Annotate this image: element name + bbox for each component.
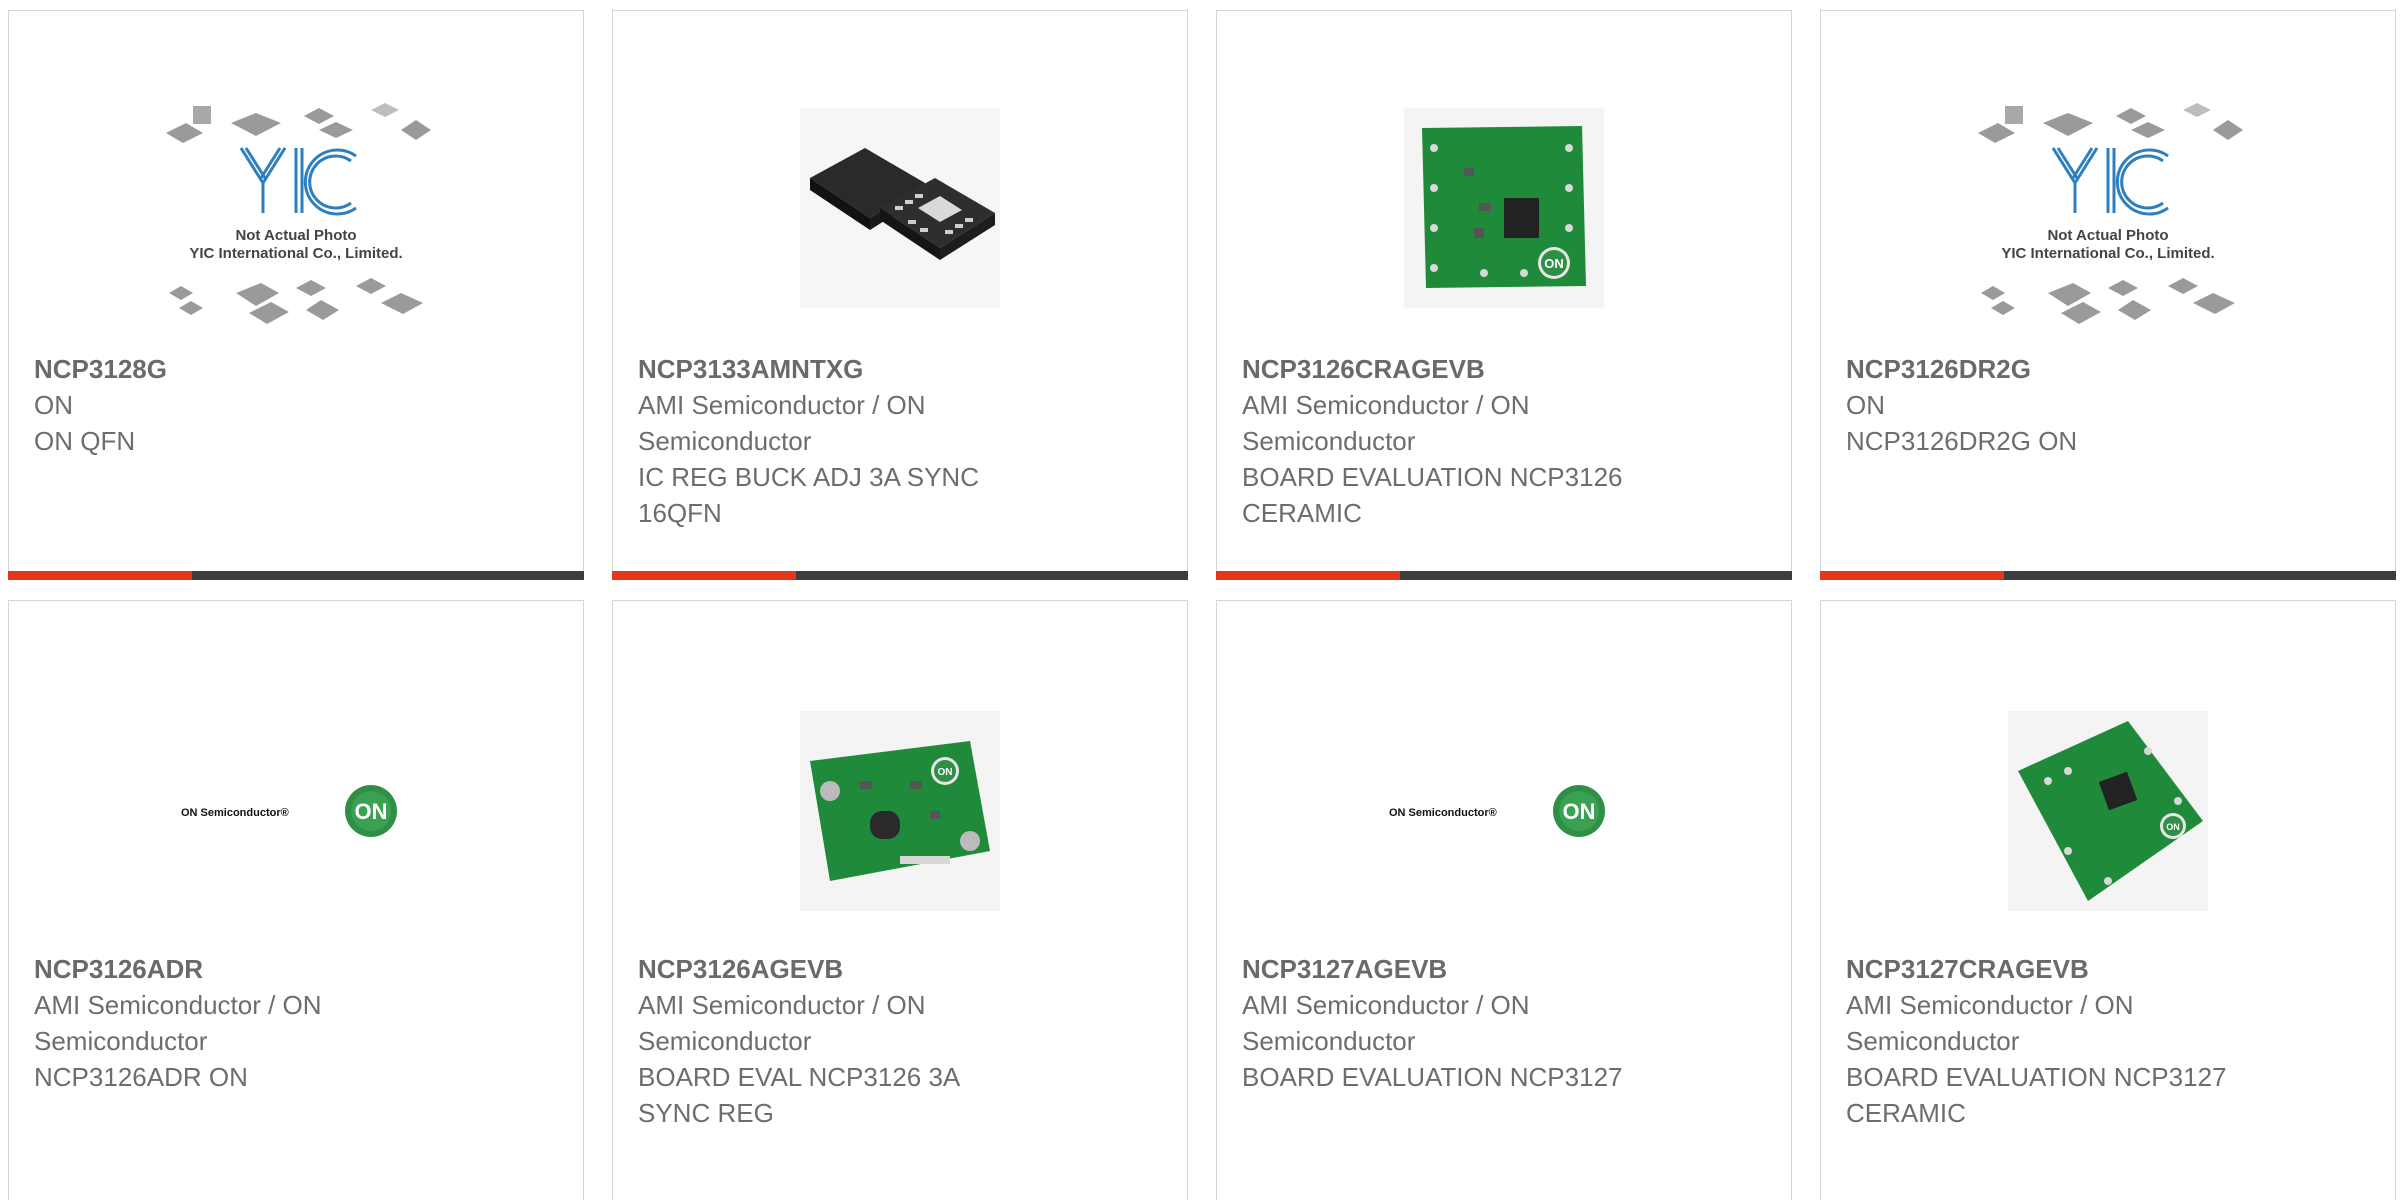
manufacturer: AMI Semiconductor / ON Semiconductor [1242, 390, 1530, 456]
part-number-link[interactable]: NCP3126AGEVB [638, 951, 1037, 987]
product-image-board[interactable]: ON [1364, 73, 1644, 343]
svg-text:ON: ON [2166, 822, 2180, 832]
svg-text:ON: ON [938, 767, 953, 778]
product-card[interactable]: ON Semiconductor® ON NCP3126ADR AMI Semi… [8, 600, 584, 1200]
description: BOARD EVAL NCP3126 3A SYNC REG [638, 1062, 959, 1128]
part-number-link[interactable]: NCP3126DR2G [1846, 351, 2245, 387]
description: BOARD EVALUATION NCP3127 [1242, 1062, 1623, 1092]
manufacturer: AMI Semiconductor / ON Semiconductor [638, 390, 926, 456]
description: ON QFN [34, 426, 136, 456]
card-bottom-bar [612, 571, 1188, 580]
product-image-placeholder[interactable]: Not Actual Photo YIC International Co., … [1968, 73, 2248, 343]
svg-text:Not Actual Photo: Not Actual Photo [235, 227, 356, 244]
product-card[interactable]: ON Semiconductor® ON NCP3127AGEVB AMI Se… [1216, 600, 1792, 1200]
product-card[interactable]: ON NCP3126CRAGEVB AMI Semiconductor / ON… [1216, 10, 1792, 580]
part-number-link[interactable]: NCP3127AGEVB [1242, 951, 1641, 987]
svg-text:ON Semiconductor®: ON Semiconductor® [1389, 807, 1497, 819]
description: NCP3126DR2G ON [1846, 426, 2078, 456]
svg-text:ON: ON [355, 799, 388, 824]
product-image-placeholder[interactable]: Not Actual Photo YIC International Co., … [156, 73, 436, 343]
manufacturer: AMI Semiconductor / ON Semiconductor [1242, 990, 1530, 1056]
part-number-link[interactable]: NCP3126CRAGEVB [1242, 351, 1641, 387]
manufacturer: AMI Semiconductor / ON Semiconductor [34, 990, 322, 1056]
card-bottom-bar [1820, 571, 2396, 580]
card-accent-bar [612, 571, 796, 580]
product-image-brand-logo[interactable]: ON Semiconductor® ON [1364, 661, 1644, 961]
description: BOARD EVALUATION NCP3126 CERAMIC [1242, 462, 1623, 528]
manufacturer: AMI Semiconductor / ON Semiconductor [1846, 990, 2134, 1056]
card-bottom-bar [1216, 571, 1792, 580]
part-number-link[interactable]: NCP3126ADR [34, 951, 433, 987]
product-card[interactable]: ON NCP3126AGEVB AMI Semiconductor / ON S… [612, 600, 1188, 1200]
product-image-chip[interactable] [760, 73, 1040, 343]
svg-text:YIC International Co., Limited: YIC International Co., Limited. [189, 245, 402, 262]
product-card[interactable]: Not Actual Photo YIC International Co., … [8, 10, 584, 580]
card-accent-bar [8, 571, 192, 580]
product-info: NCP3127CRAGEVB AMI Semiconductor / ON Se… [1846, 951, 2245, 1131]
svg-text:Not Actual Photo: Not Actual Photo [2047, 227, 2168, 244]
product-image-board[interactable]: ON [1968, 661, 2248, 961]
description: IC REG BUCK ADJ 3A SYNC 16QFN [638, 462, 979, 528]
manufacturer: ON [1846, 390, 1885, 420]
svg-text:ON: ON [1544, 256, 1564, 271]
product-image-board[interactable]: ON [760, 661, 1040, 961]
svg-text:ON Semiconductor®: ON Semiconductor® [181, 807, 289, 819]
product-info: NCP3127AGEVB AMI Semiconductor / ON Semi… [1242, 951, 1641, 1095]
description: BOARD EVALUATION NCP3127 CERAMIC [1846, 1062, 2227, 1128]
product-info: NCP3126ADR AMI Semiconductor / ON Semico… [34, 951, 433, 1095]
card-accent-bar [1820, 571, 2004, 580]
product-grid: Not Actual Photo YIC International Co., … [8, 10, 2400, 1200]
product-info: NCP3126AGEVB AMI Semiconductor / ON Semi… [638, 951, 1037, 1131]
product-info: NCP3133AMNTXG AMI Semiconductor / ON Sem… [638, 351, 1037, 531]
card-bottom-bar [8, 571, 584, 580]
product-card[interactable]: NCP3133AMNTXG AMI Semiconductor / ON Sem… [612, 10, 1188, 580]
svg-text:YIC International Co., Limited: YIC International Co., Limited. [2001, 245, 2214, 262]
manufacturer: AMI Semiconductor / ON Semiconductor [638, 990, 926, 1056]
product-info: NCP3126CRAGEVB AMI Semiconductor / ON Se… [1242, 351, 1641, 531]
card-accent-bar [1216, 571, 1400, 580]
part-number-link[interactable]: NCP3133AMNTXG [638, 351, 1037, 387]
part-number-link[interactable]: NCP3127CRAGEVB [1846, 951, 2245, 987]
product-image-brand-logo[interactable]: ON Semiconductor® ON [156, 661, 436, 961]
product-info: NCP3128G ON ON QFN [34, 351, 433, 459]
product-card[interactable]: Not Actual Photo YIC International Co., … [1820, 10, 2396, 580]
description: NCP3126ADR ON [34, 1062, 248, 1092]
part-number-link[interactable]: NCP3128G [34, 351, 433, 387]
svg-text:ON: ON [1563, 799, 1596, 824]
product-card[interactable]: ON NCP3127CRAGEVB AMI Semiconductor / ON… [1820, 600, 2396, 1200]
manufacturer: ON [34, 390, 73, 420]
product-info: NCP3126DR2G ON NCP3126DR2G ON [1846, 351, 2245, 459]
